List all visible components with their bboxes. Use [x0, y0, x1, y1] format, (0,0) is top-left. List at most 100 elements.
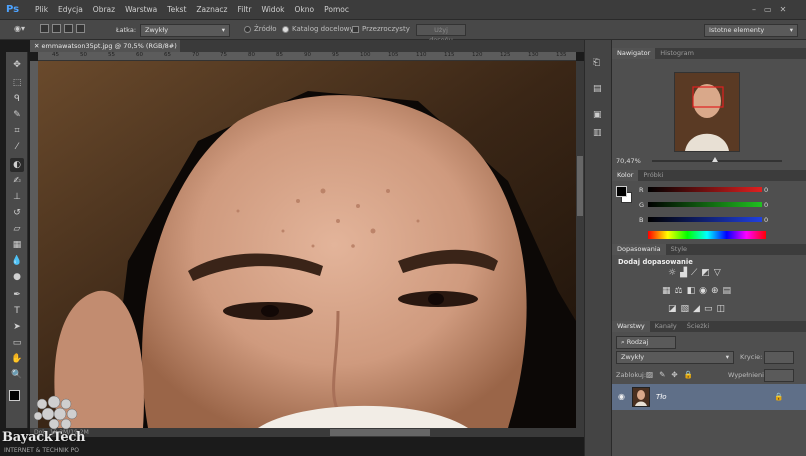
- zoom-tool-icon[interactable]: 🔍: [10, 368, 24, 382]
- healing-patch-tool-icon[interactable]: ◐: [10, 158, 24, 172]
- history-brush-tool-icon[interactable]: ↺: [10, 206, 24, 220]
- zoom-slider[interactable]: [652, 157, 782, 162]
- menu-zaznacz[interactable]: Zaznacz: [191, 0, 232, 20]
- tab-navigator[interactable]: Nawigator: [612, 48, 656, 59]
- tab-channels[interactable]: Kanały: [650, 321, 682, 332]
- navigator-thumbnail[interactable]: [674, 72, 740, 152]
- menu-warstwa[interactable]: Warstwa: [120, 0, 162, 20]
- use-pattern-button[interactable]: Użyj deseńu: [416, 24, 466, 44]
- exposure-icon[interactable]: ◩: [701, 268, 710, 278]
- green-channel-slider[interactable]: [648, 202, 762, 207]
- red-channel-slider[interactable]: [648, 187, 762, 192]
- menu-plik[interactable]: Plik: [30, 0, 53, 20]
- workspace-select[interactable]: Istotne elementy ▾: [704, 24, 798, 37]
- eye-icon[interactable]: ◉: [618, 392, 625, 401]
- lasso-tool-icon[interactable]: ᑫ: [10, 92, 24, 106]
- image-canvas[interactable]: [38, 61, 576, 428]
- red-channel-value[interactable]: 0: [764, 186, 782, 194]
- tab-histogram[interactable]: Histogram: [655, 48, 699, 59]
- blur-tool-icon[interactable]: 💧: [10, 254, 24, 268]
- brush-tool-icon[interactable]: ✍: [10, 174, 24, 188]
- source-option[interactable]: Źródło: [244, 25, 277, 33]
- channel-mixer-icon[interactable]: ⊕: [711, 286, 719, 296]
- eyedropper-tool-icon[interactable]: ⁄: [10, 140, 24, 154]
- menu-obraz[interactable]: Obraz: [88, 0, 120, 20]
- clone-stamp-tool-icon[interactable]: ⊥: [10, 190, 24, 204]
- patch-tool-preset-icon[interactable]: ◉▾: [14, 24, 34, 36]
- move-tool-icon[interactable]: ✥: [10, 58, 24, 72]
- history-panel-icon[interactable]: ⎗: [593, 58, 600, 68]
- menu-pomoc[interactable]: Pomoc: [319, 0, 354, 20]
- subtract-selection-icon[interactable]: [64, 24, 73, 33]
- lock-all-icon[interactable]: 🔒: [684, 370, 693, 379]
- intersect-selection-icon[interactable]: [76, 24, 85, 33]
- zoom-level[interactable]: 70,47%: [616, 157, 641, 165]
- layer-name[interactable]: Tło: [656, 393, 667, 401]
- fill-input[interactable]: [764, 369, 794, 382]
- actions-panel-icon[interactable]: ▤: [593, 84, 602, 94]
- curves-icon[interactable]: ⟋: [691, 268, 697, 278]
- tab-swatches[interactable]: Próbki: [638, 170, 668, 181]
- gradient-tool-icon[interactable]: ▦: [10, 238, 24, 252]
- lock-transparency-icon[interactable]: ▨: [646, 370, 653, 379]
- type-tool-icon[interactable]: T: [10, 304, 24, 318]
- minimize-icon[interactable]: –: [752, 5, 756, 15]
- layer-filter-select[interactable]: ⌕ Rodzaj: [616, 336, 676, 349]
- properties-panel-icon[interactable]: ▣: [593, 110, 602, 120]
- tab-styles[interactable]: Style: [666, 244, 692, 255]
- shape-tool-icon[interactable]: ▭: [10, 336, 24, 350]
- blue-channel-value[interactable]: 0: [764, 216, 782, 224]
- photo-filter-icon[interactable]: ◉: [699, 286, 707, 296]
- selective-color-icon[interactable]: ◫: [716, 304, 725, 314]
- layer-row[interactable]: ◉ Tło 🔒: [612, 384, 806, 410]
- green-channel-value[interactable]: 0: [764, 201, 782, 209]
- lock-position-icon[interactable]: ✥: [671, 370, 677, 379]
- posterize-icon[interactable]: ▧: [681, 304, 690, 314]
- opacity-input[interactable]: [764, 351, 794, 364]
- horizontal-scroll-thumb[interactable]: [330, 429, 430, 436]
- vertical-scroll-thumb[interactable]: [577, 156, 583, 216]
- source-radio[interactable]: [244, 25, 251, 33]
- blue-channel-slider[interactable]: [648, 217, 762, 222]
- black-white-icon[interactable]: ◧: [687, 286, 696, 296]
- tab-paths[interactable]: Ścieżki: [682, 321, 715, 332]
- close-icon[interactable]: ✕: [780, 5, 787, 15]
- dodge-tool-icon[interactable]: ●: [10, 270, 24, 284]
- patch-mode-select[interactable]: Zwykły ▾: [140, 24, 230, 37]
- menu-tekst[interactable]: Tekst: [162, 0, 191, 20]
- new-selection-icon[interactable]: [40, 24, 49, 33]
- path-select-tool-icon[interactable]: ➤: [10, 320, 24, 334]
- blend-mode-select[interactable]: Zwykły ▾: [616, 351, 734, 364]
- color-lookup-icon[interactable]: ▤: [723, 286, 732, 296]
- gradient-map-icon[interactable]: ▭: [704, 304, 713, 314]
- levels-icon[interactable]: ▟: [680, 268, 687, 278]
- menu-edycja[interactable]: Edycja: [53, 0, 88, 20]
- eraser-tool-icon[interactable]: ▱: [10, 222, 24, 236]
- color-spectrum-ramp[interactable]: [648, 231, 766, 239]
- menu-widok[interactable]: Widok: [256, 0, 289, 20]
- color-balance-icon[interactable]: ⚖: [675, 286, 683, 296]
- vertical-scrollbar[interactable]: [576, 61, 584, 428]
- quick-select-tool-icon[interactable]: ✎: [10, 108, 24, 122]
- target-radio[interactable]: [282, 25, 289, 33]
- document-tab[interactable]: ✕ emmawatson35pt.jpg @ 70,5% (RGB/8#): [30, 40, 180, 52]
- zoom-slider-handle[interactable]: [712, 157, 718, 162]
- menu-okno[interactable]: Okno: [290, 0, 320, 20]
- tab-layers[interactable]: Warstwy: [612, 321, 650, 332]
- notes-panel-icon[interactable]: ▥: [593, 128, 602, 138]
- pen-tool-icon[interactable]: ✒: [10, 288, 24, 302]
- invert-icon[interactable]: ◪: [668, 304, 677, 314]
- lock-pixels-icon[interactable]: ✎: [659, 370, 665, 379]
- transparent-option[interactable]: Przezroczysty: [352, 25, 410, 33]
- horizontal-scrollbar[interactable]: [190, 428, 584, 437]
- transparent-checkbox[interactable]: [352, 25, 359, 33]
- vibrance-icon[interactable]: ▽: [714, 268, 721, 278]
- tab-adjustments[interactable]: Dopasowania: [612, 244, 666, 255]
- crop-tool-icon[interactable]: ⌗: [10, 124, 24, 138]
- maximize-icon[interactable]: ▭: [764, 5, 772, 15]
- target-option[interactable]: Katalog docelowy: [282, 25, 354, 33]
- color-foreground-swatch[interactable]: [616, 186, 627, 197]
- marquee-tool-icon[interactable]: ⬚: [10, 76, 24, 90]
- add-selection-icon[interactable]: [52, 24, 61, 33]
- hue-saturation-icon[interactable]: ▦: [662, 286, 671, 296]
